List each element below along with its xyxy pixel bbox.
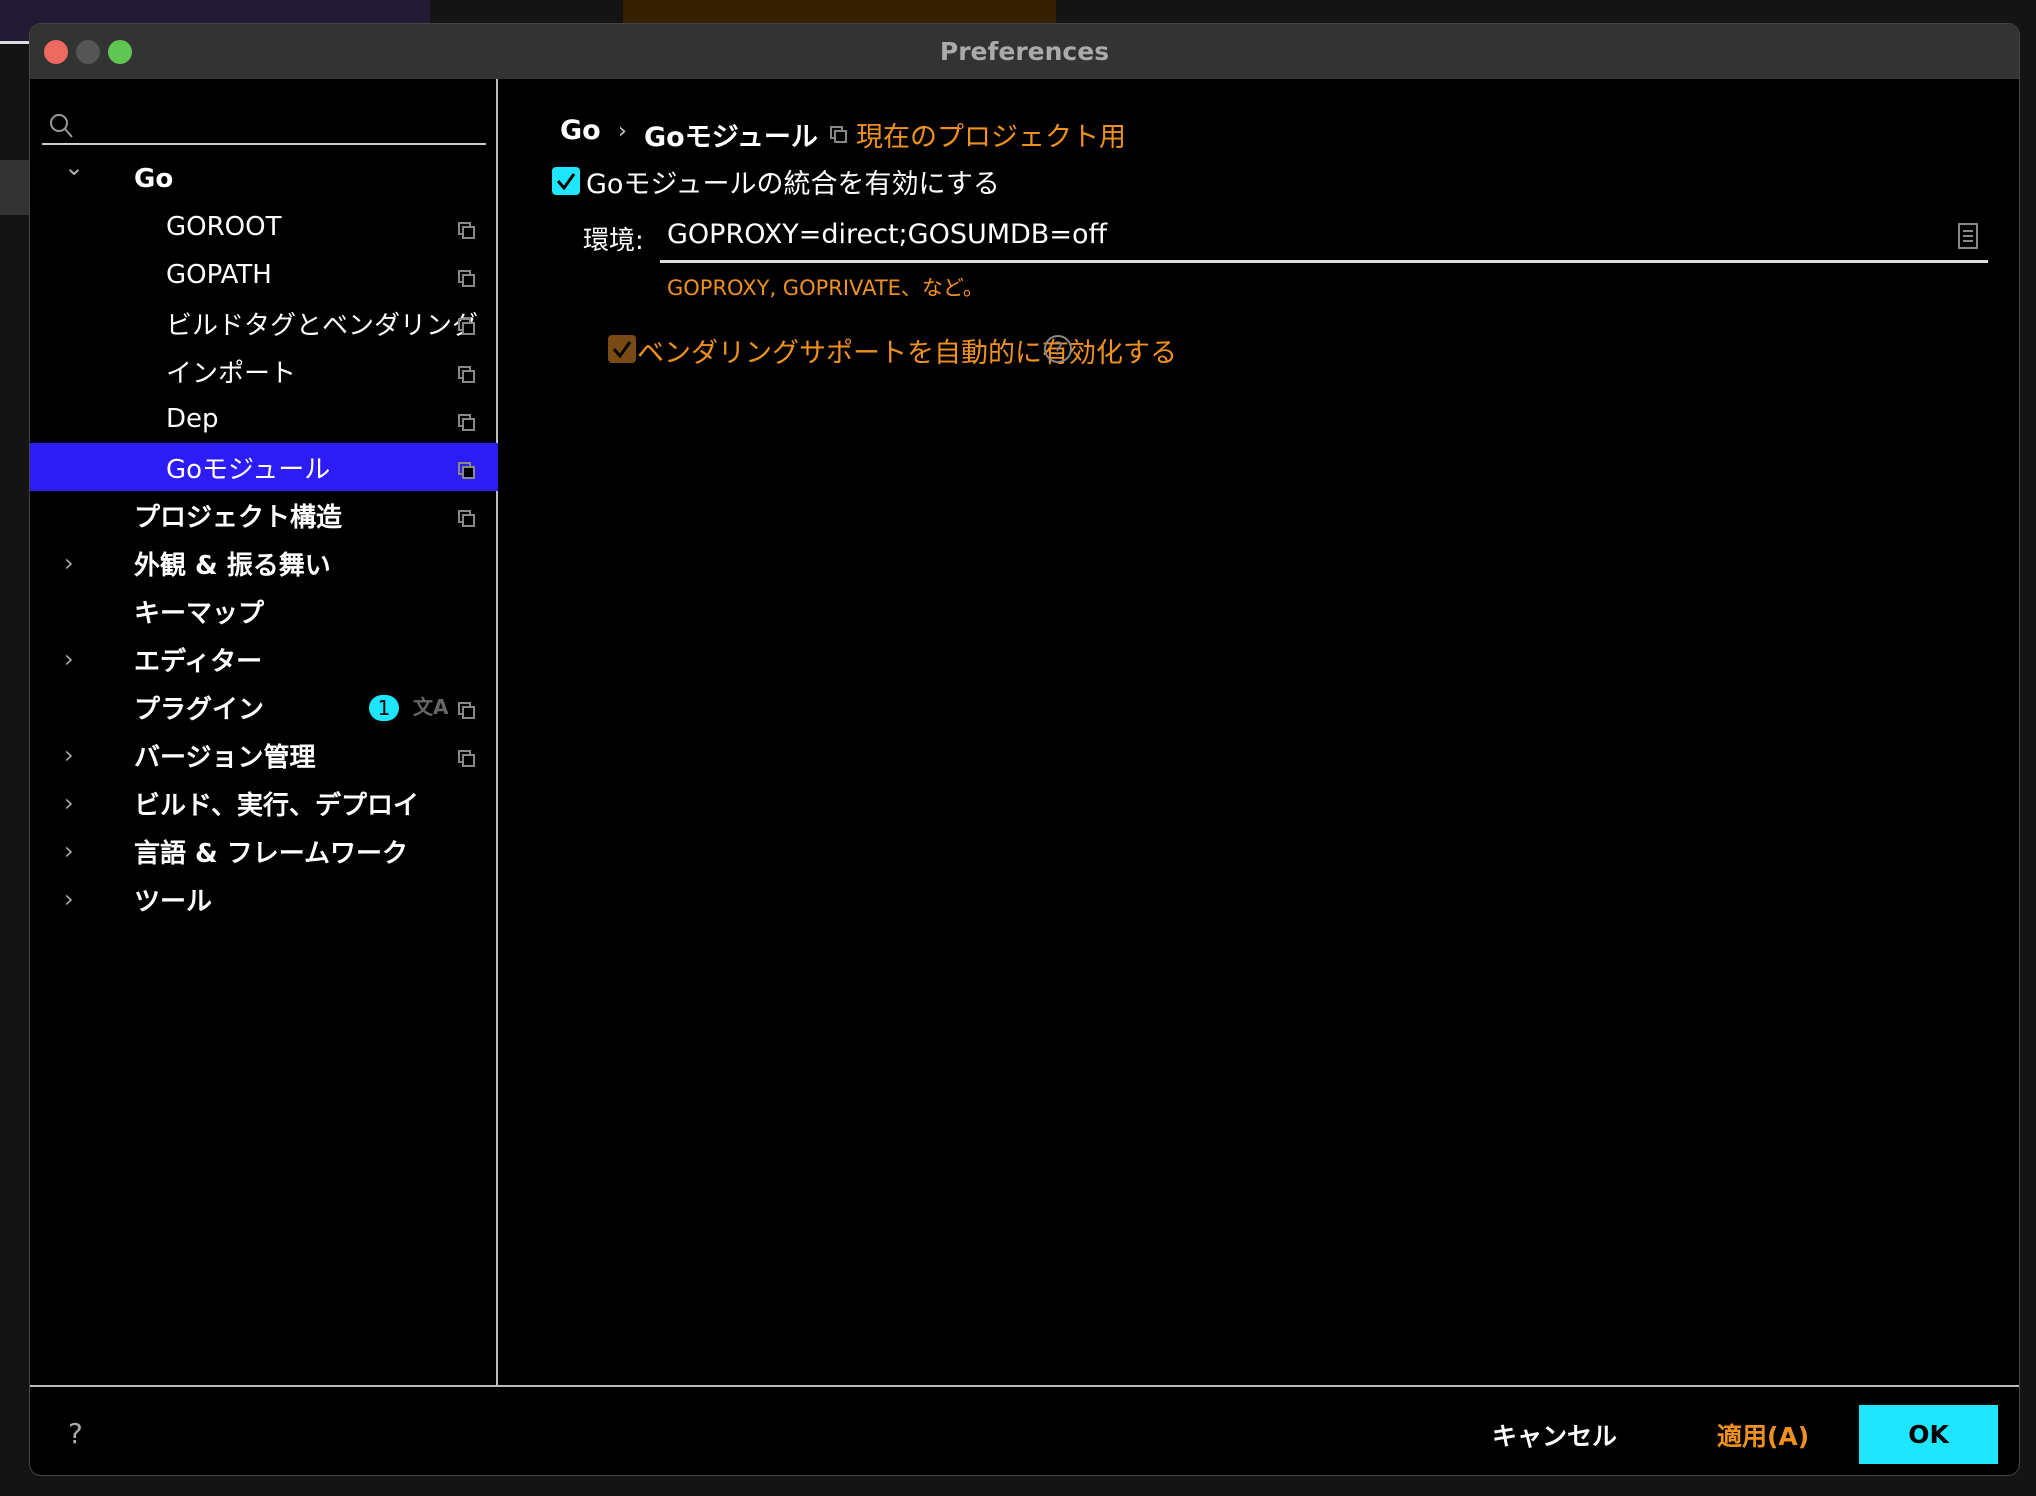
sidebar-item[interactable]: › ツール: [30, 875, 498, 923]
project-scope-icon: [458, 505, 476, 535]
sidebar-item-label: GOROOT: [166, 212, 282, 242]
env-label: 環境:: [583, 226, 644, 256]
sidebar-item-label: プラグイン: [134, 694, 265, 725]
help-icon[interactable]: ?: [1044, 335, 1072, 363]
sidebar-item-label: ツール: [134, 886, 213, 917]
title-bar: Preferences: [30, 24, 2019, 79]
sidebar-item-label: プロジェクト構造: [134, 502, 343, 533]
sidebar-item-label: ビルドタグとベンダリング: [166, 310, 479, 341]
project-scope-icon: [458, 313, 476, 343]
chevron-right-icon[interactable]: ›: [64, 789, 74, 817]
sidebar-item-label: バージョン管理: [134, 742, 316, 773]
sidebar-item-label: GOPATH: [166, 260, 272, 290]
sidebar-item-label: ビルド、実行、デプロイ: [134, 790, 419, 821]
settings-content: Go › Goモジュール 現在のプロジェクト用 Goモジュールの統合を有効にする…: [500, 79, 2019, 1385]
sidebar-item[interactable]: GOROOT: [30, 203, 498, 251]
search-input[interactable]: [42, 109, 486, 145]
sidebar-item-label: Dep: [166, 404, 219, 434]
chevron-right-icon[interactable]: ›: [64, 837, 74, 865]
sidebar-item[interactable]: › エディター: [30, 635, 498, 683]
sidebar-item[interactable]: ⌄ Go: [30, 153, 498, 203]
breadcrumb-go[interactable]: Go: [560, 115, 601, 146]
sidebar-item[interactable]: › 外観 & 振る舞い: [30, 539, 498, 587]
sidebar-item[interactable]: Goモジュール: [30, 443, 498, 491]
chevron-right-icon[interactable]: ›: [64, 741, 74, 769]
sidebar-item-label: インポート: [166, 358, 297, 389]
project-scope-icon: [458, 361, 476, 391]
project-scope-icon: [458, 745, 476, 775]
vendoring-label[interactable]: ベンダリングサポートを自動的に有効化する: [637, 331, 1177, 370]
sidebar-item[interactable]: インポート: [30, 347, 498, 395]
sidebar-item-label: Goモジュール: [166, 454, 331, 485]
checkmark-icon: [612, 341, 632, 359]
settings-sidebar: ⌄ Go GOROOT GOPATH ビルドタグとベンダリング インポート Dep Goモジュ…: [30, 79, 498, 1385]
sidebar-item[interactable]: プロジェクト構造: [30, 491, 498, 539]
sidebar-item[interactable]: › ビルド、実行、デプロイ: [30, 779, 498, 827]
project-scope-icon: [458, 409, 476, 439]
zoom-button[interactable]: [108, 40, 132, 64]
chevron-down-icon[interactable]: ⌄: [64, 153, 84, 181]
breadcrumb-separator: ›: [618, 119, 627, 144]
sidebar-item[interactable]: Dep: [30, 395, 498, 443]
expand-field-icon[interactable]: [1958, 223, 1978, 249]
search-icon: [50, 114, 73, 138]
sidebar-item[interactable]: ビルドタグとベンダリング: [30, 299, 498, 347]
env-hint: GOPROXY, GOPRIVATE、など。: [667, 276, 984, 300]
scope-indicator: 現在のプロジェクト用: [830, 115, 1126, 154]
enable-modules-label[interactable]: Goモジュールの統合を有効にする: [586, 162, 1000, 201]
breadcrumb-current: Goモジュール: [644, 122, 818, 153]
copy-icon: [830, 125, 847, 143]
enable-modules-checkbox[interactable]: [552, 167, 580, 195]
background-panel: [0, 160, 29, 215]
preferences-dialog: Preferences ⌄ Go GOROOT GOPATH ビルドタグとベンダリングイ…: [29, 23, 2020, 1476]
ok-button[interactable]: OK: [1859, 1405, 1998, 1464]
close-button[interactable]: [44, 40, 68, 64]
window-title: Preferences: [939, 37, 1110, 66]
chevron-right-icon[interactable]: ›: [64, 885, 74, 913]
sidebar-item-label: エディター: [134, 646, 263, 677]
scope-label: 現在のプロジェクト用: [856, 122, 1126, 153]
chevron-right-icon[interactable]: ›: [64, 645, 74, 673]
sidebar-item[interactable]: › 言語 & フレームワーク: [30, 827, 498, 875]
sidebar-item[interactable]: GOPATH: [30, 251, 498, 299]
translate-icon: 文A: [413, 695, 449, 719]
minimize-button[interactable]: [76, 40, 100, 64]
sidebar-item-label: 言語 & フレームワーク: [134, 838, 408, 869]
project-scope-icon: [458, 217, 476, 247]
vendoring-checkbox[interactable]: [608, 335, 636, 363]
update-count-badge: 1: [369, 695, 399, 721]
sidebar-item-label: 外観 & 振る舞い: [134, 550, 331, 581]
sidebar-item-label: キーマップ: [134, 598, 265, 629]
sidebar-item[interactable]: › バージョン管理: [30, 731, 498, 779]
project-scope-icon: [458, 265, 476, 295]
project-scope-icon: [458, 457, 476, 487]
dialog-footer: ? キャンセル 適用(A) OK: [30, 1385, 2019, 1475]
env-value: GOPROXY=direct;GOSUMDB=off: [667, 219, 1108, 250]
checkmark-icon: [556, 173, 576, 191]
help-button[interactable]: ?: [68, 1417, 83, 1450]
sidebar-item[interactable]: キーマップ: [30, 587, 498, 635]
chevron-right-icon[interactable]: ›: [64, 549, 74, 577]
cancel-button[interactable]: キャンセル: [1492, 1417, 1617, 1453]
env-input[interactable]: GOPROXY=direct;GOSUMDB=off: [660, 211, 1988, 263]
project-scope-icon: [458, 697, 476, 727]
apply-button[interactable]: 適用(A): [1717, 1417, 1809, 1453]
sidebar-item[interactable]: プラグイン 1 文A: [30, 683, 498, 731]
sidebar-item-label: Go: [134, 164, 174, 194]
